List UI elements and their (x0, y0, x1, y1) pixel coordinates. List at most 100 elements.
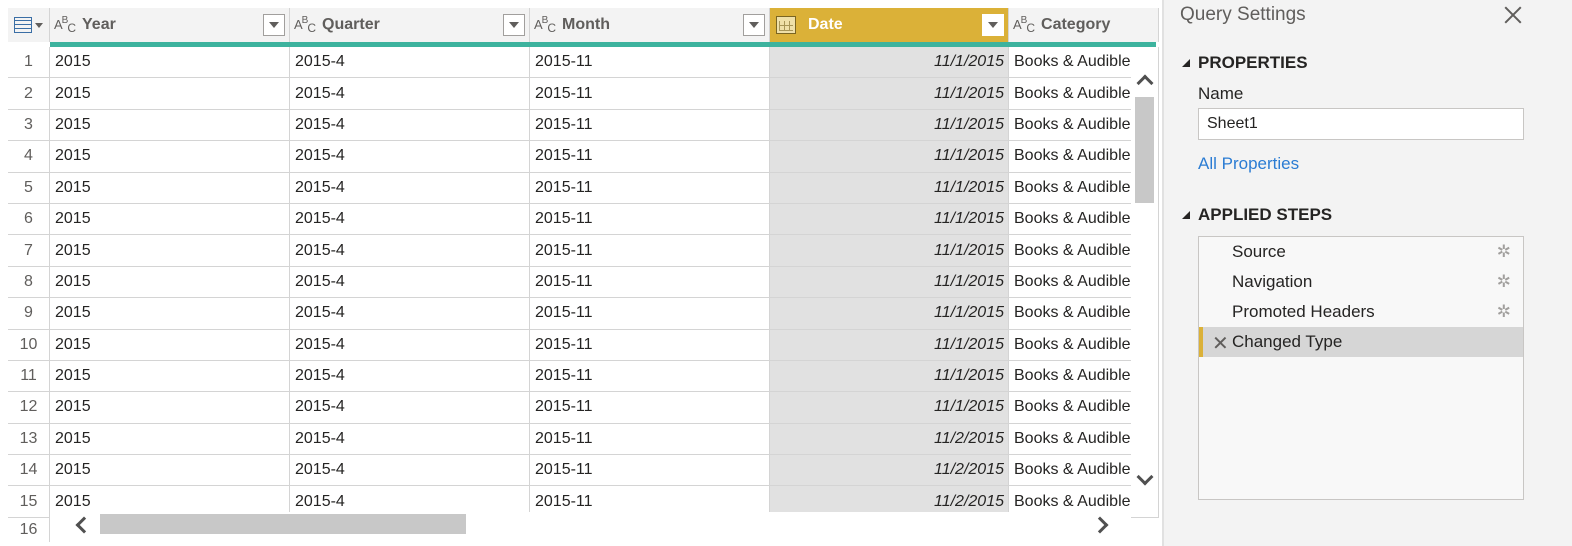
cell-year[interactable]: 2015 (50, 47, 290, 78)
column-filter-dropdown[interactable] (743, 14, 765, 36)
cell-quarter[interactable]: 2015-4 (290, 329, 530, 360)
cell-quarter[interactable]: 2015-4 (290, 392, 530, 423)
cell-year[interactable]: 2015 (50, 235, 290, 266)
column-header-category[interactable]: ABC Category (1009, 8, 1159, 42)
cell-date[interactable]: 11/2/2015 (770, 455, 1009, 486)
row-number[interactable]: 2 (8, 78, 50, 109)
cell-month[interactable]: 2015-11 (530, 455, 770, 486)
cell-month[interactable]: 2015-11 (530, 298, 770, 329)
cell-quarter[interactable]: 2015-4 (290, 172, 530, 203)
row-number[interactable]: 1 (8, 47, 50, 78)
cell-month[interactable]: 2015-11 (530, 203, 770, 235)
row-number[interactable]: 10 (8, 329, 50, 360)
cell-year[interactable]: 2015 (50, 360, 290, 392)
cell-date[interactable]: 11/1/2015 (770, 329, 1009, 360)
all-properties-link[interactable]: All Properties (1198, 154, 1299, 174)
scrollbar-thumb[interactable] (1135, 97, 1154, 203)
cell-quarter[interactable]: 2015-4 (290, 47, 530, 78)
scrollbar-thumb[interactable] (100, 514, 466, 534)
row-number[interactable]: 14 (8, 455, 50, 486)
column-filter-dropdown[interactable] (503, 14, 525, 36)
cell-date[interactable]: 11/1/2015 (770, 235, 1009, 266)
cell-year[interactable]: 2015 (50, 423, 290, 455)
column-filter-dropdown[interactable] (982, 14, 1004, 36)
table-row[interactable]: 12 2015 2015-4 2015-11 11/1/2015 Books & Audi… (8, 392, 1159, 424)
cell-month[interactable]: 2015-11 (530, 141, 770, 172)
row-number[interactable]: 8 (8, 266, 50, 298)
step-navigation[interactable]: Navigation ✲ (1199, 267, 1523, 297)
cell-quarter[interactable]: 2015-4 (290, 266, 530, 298)
chevron-right-icon[interactable] (1091, 516, 1109, 534)
row-number[interactable]: 13 (8, 423, 50, 455)
cell-date[interactable]: 11/1/2015 (770, 266, 1009, 298)
cell-year[interactable]: 2015 (50, 141, 290, 172)
row-number[interactable]: 5 (8, 172, 50, 203)
table-row[interactable]: 6 2015 2015-4 2015-11 11/1/2015 Books & Audib… (8, 203, 1159, 236)
cell-quarter[interactable]: 2015-4 (290, 360, 530, 392)
cell-year[interactable]: 2015 (50, 298, 290, 329)
cell-date[interactable]: 11/1/2015 (770, 47, 1009, 78)
cell-month[interactable]: 2015-11 (530, 392, 770, 423)
row-number[interactable]: 9 (8, 298, 50, 329)
cell-quarter[interactable]: 2015-4 (290, 78, 530, 109)
cell-quarter[interactable]: 2015-4 (290, 109, 530, 141)
cell-year[interactable]: 2015 (50, 78, 290, 109)
cell-date[interactable]: 11/1/2015 (770, 360, 1009, 392)
step-changed-type[interactable]: ✕ Changed Type (1199, 327, 1523, 357)
cell-month[interactable]: 2015-11 (530, 266, 770, 298)
step-source[interactable]: Source ✲ (1199, 237, 1523, 267)
cell-date[interactable]: 11/1/2015 (770, 78, 1009, 109)
cell-date[interactable]: 11/1/2015 (770, 109, 1009, 141)
applied-steps-section-header[interactable]: APPLIED STEPS (1182, 205, 1332, 225)
cell-quarter[interactable]: 2015-4 (290, 298, 530, 329)
column-header-date[interactable]: Date (770, 8, 1009, 42)
table-row[interactable]: 14 2015 2015-4 2015-11 11/2/2015 Books & Audi… (8, 455, 1159, 487)
table-row[interactable]: 10 2015 2015-4 2015-11 11/1/2015 Books & Audi… (8, 329, 1159, 361)
step-promoted-headers[interactable]: Promoted Headers ✲ (1199, 297, 1523, 327)
table-row[interactable]: 2 2015 2015-4 2015-11 11/1/2015 Books & Audib… (8, 78, 1159, 110)
cell-quarter[interactable]: 2015-4 (290, 455, 530, 486)
close-icon[interactable] (1502, 4, 1524, 26)
cell-date[interactable]: 11/1/2015 (770, 392, 1009, 423)
chevron-left-icon[interactable] (75, 516, 93, 534)
delete-x-icon[interactable]: ✕ (1212, 331, 1229, 356)
cell-month[interactable]: 2015-11 (530, 78, 770, 109)
row-number[interactable]: 11 (8, 360, 50, 392)
column-header-quarter[interactable]: ABC Quarter (290, 8, 530, 42)
vertical-scrollbar[interactable] (1131, 47, 1158, 514)
row-number[interactable]: 6 (8, 203, 50, 235)
table-row[interactable]: 7 2015 2015-4 2015-11 11/1/2015 Books & Audib… (8, 235, 1159, 267)
query-name-input[interactable] (1198, 108, 1524, 140)
cell-quarter[interactable]: 2015-4 (290, 423, 530, 455)
cell-month[interactable]: 2015-11 (530, 47, 770, 78)
cell-month[interactable]: 2015-11 (530, 235, 770, 266)
table-row[interactable]: 3 2015 2015-4 2015-11 11/1/2015 Books & Audib… (8, 109, 1159, 142)
cell-date[interactable]: 11/1/2015 (770, 141, 1009, 172)
column-filter-dropdown[interactable] (263, 14, 285, 36)
cell-date[interactable]: 11/1/2015 (770, 203, 1009, 235)
cell-year[interactable]: 2015 (50, 203, 290, 235)
cell-month[interactable]: 2015-11 (530, 109, 770, 141)
cell-year[interactable]: 2015 (50, 329, 290, 360)
cell-month[interactable]: 2015-11 (530, 172, 770, 203)
row-number[interactable]: 4 (8, 141, 50, 172)
cell-date[interactable]: 11/1/2015 (770, 298, 1009, 329)
cell-quarter[interactable]: 2015-4 (290, 235, 530, 266)
row-number[interactable]: 12 (8, 392, 50, 423)
row-number[interactable]: 16 (8, 517, 50, 542)
cell-month[interactable]: 2015-11 (530, 423, 770, 455)
cell-date[interactable]: 11/2/2015 (770, 423, 1009, 455)
gear-icon[interactable]: ✲ (1497, 273, 1511, 290)
table-row[interactable]: 13 2015 2015-4 2015-11 11/2/2015 Books & Audi… (8, 423, 1159, 456)
properties-section-header[interactable]: PROPERTIES (1182, 53, 1308, 73)
row-number[interactable]: 15 (8, 486, 50, 517)
cell-year[interactable]: 2015 (50, 109, 290, 141)
table-row[interactable]: 9 2015 2015-4 2015-11 11/1/2015 Books & Audib… (8, 298, 1159, 330)
chevron-up-icon[interactable] (1136, 74, 1154, 92)
table-row[interactable]: 4 2015 2015-4 2015-11 11/1/2015 Books & Audib… (8, 141, 1159, 173)
cell-year[interactable]: 2015 (50, 455, 290, 486)
gear-icon[interactable]: ✲ (1497, 303, 1511, 320)
cell-quarter[interactable]: 2015-4 (290, 141, 530, 172)
column-header-year[interactable]: ABC Year (50, 8, 290, 42)
cell-month[interactable]: 2015-11 (530, 360, 770, 392)
